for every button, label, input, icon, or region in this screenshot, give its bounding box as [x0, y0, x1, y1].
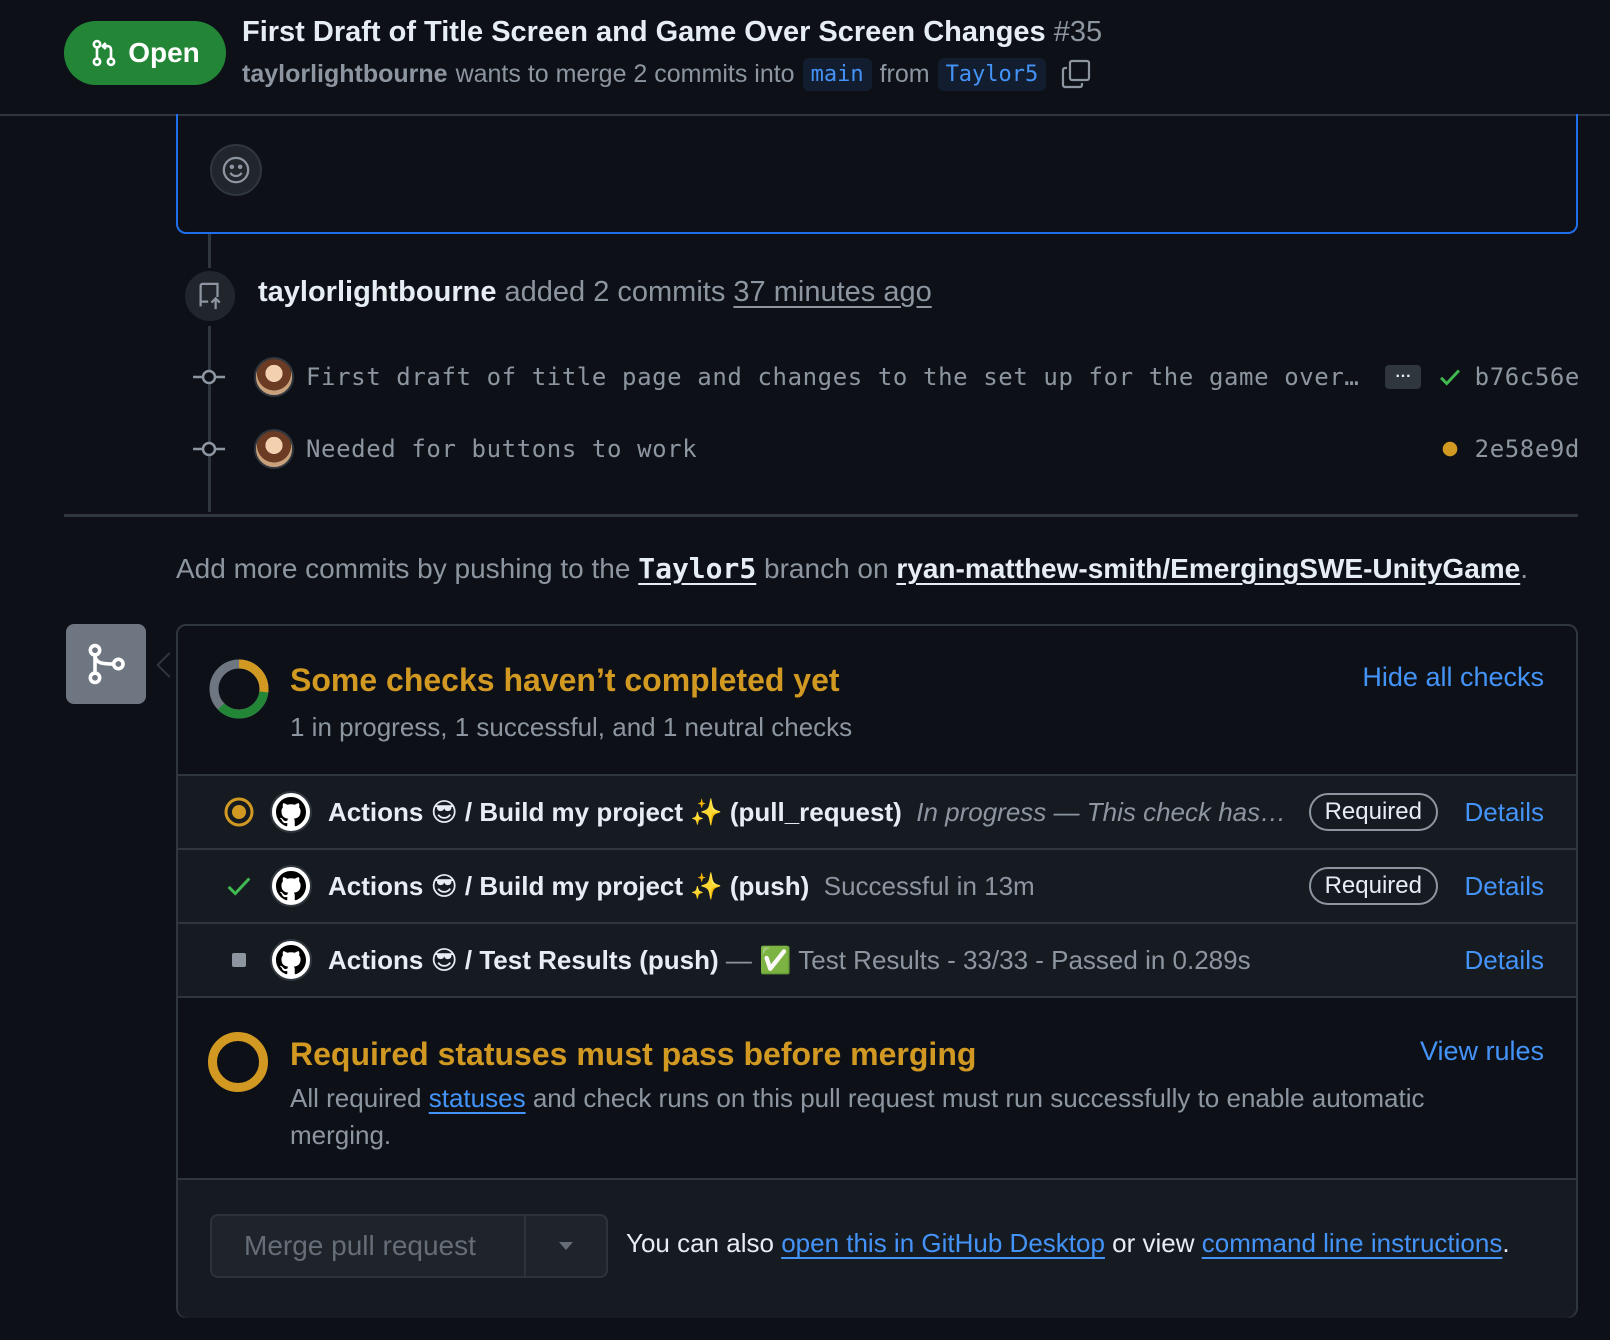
merge-box: Some checks haven’t completed yet 1 in p… — [176, 624, 1578, 1318]
expand-commit-button[interactable]: ··· — [1385, 365, 1422, 389]
required-statuses-body: All required statuses and check runs on … — [290, 1080, 1490, 1154]
required-statuses-title: Required statuses must pass before mergi… — [290, 1036, 977, 1072]
check-icon — [222, 869, 256, 903]
merge-button-group: Merge pull request — [210, 1214, 608, 1278]
git-commit-icon — [190, 439, 228, 459]
github-logo-icon[interactable] — [270, 939, 312, 981]
commit-author-avatar[interactable] — [254, 429, 294, 469]
check-details-link[interactable]: Details — [1465, 945, 1544, 976]
dot-fill-icon[interactable] — [1437, 436, 1463, 462]
merge-alternatives: You can also open this in GitHub Desktop… — [626, 1228, 1510, 1259]
checks-title: Some checks haven’t completed yet — [290, 662, 840, 698]
timeline-line — [208, 326, 211, 512]
push-author-link[interactable]: taylorlightbourne — [258, 276, 496, 308]
smiley-icon — [222, 156, 250, 184]
required-body-prefix: All required — [290, 1083, 422, 1113]
commit-sha-link[interactable]: 2e58e9d — [1475, 435, 1580, 463]
push-event: taylorlightbourne added 2 commits 37 min… — [258, 276, 932, 309]
merge-alt-suffix: . — [1502, 1228, 1510, 1258]
commit-author-avatar[interactable] — [254, 357, 294, 397]
git-commit-icon — [190, 367, 228, 387]
github-logo-icon[interactable] — [270, 865, 312, 907]
merge-method-dropdown[interactable] — [524, 1216, 606, 1276]
check-icon[interactable] — [1437, 364, 1463, 390]
copy-icon[interactable] — [1060, 58, 1092, 90]
check-name: Actions 😎 / Test Results (push) — ✅ Test… — [328, 945, 1251, 976]
push-hint-prefix: Add more commits by pushing to the — [176, 553, 631, 584]
pr-header: Open First Draft of Title Screen and Gam… — [0, 0, 1610, 116]
push-hint-middle: branch on — [764, 553, 889, 584]
checks-summary-text: 1 in progress, 1 successful, and 1 neutr… — [290, 712, 853, 742]
commit-meta: 2e58e9d — [1437, 435, 1580, 463]
pr-title-text: First Draft of Title Screen and Game Ove… — [242, 16, 1046, 48]
check-description: Successful in 13m — [823, 870, 1035, 901]
merge-alt-prefix: You can also — [626, 1228, 774, 1258]
check-details-link[interactable]: Details — [1465, 871, 1544, 902]
check-title: Actions 😎 / Test Results (push) — [328, 944, 719, 975]
from-text: from — [879, 59, 930, 88]
push-action: added 2 commits — [504, 276, 726, 308]
check-name: Actions 😎 / Build my project ✨ (push) Su… — [328, 871, 1035, 902]
check-title: Actions 😎 / Build my project ✨ (push) — [328, 870, 810, 901]
required-badge: Required — [1308, 867, 1438, 905]
merge-alt-middle: or view — [1112, 1228, 1195, 1258]
check-description: — ✅ Test Results - 33/33 - Passed in 0.2… — [725, 944, 1251, 975]
required-badge: Required — [1308, 793, 1438, 831]
view-rules-link[interactable]: View rules — [1420, 1036, 1544, 1067]
commit-row: Needed for buttons to work 2e58e9d — [190, 427, 1580, 471]
check-title: Actions 😎 / Build my project ✨ (pull_req… — [328, 796, 902, 827]
check-description: In progress — This check has… — [916, 796, 1287, 827]
merge-actions: Merge pull request You can also open thi… — [178, 1180, 1576, 1318]
commit-message-link[interactable]: First draft of title page and changes to… — [306, 363, 1359, 391]
statuses-link[interactable]: statuses — [429, 1083, 526, 1113]
timeline-divider — [64, 514, 1578, 517]
hide-all-checks-link[interactable]: Hide all checks — [1362, 662, 1544, 693]
merge-text: wants to merge 2 commits into — [455, 59, 795, 88]
merge-pull-request-button[interactable]: Merge pull request — [212, 1216, 524, 1276]
github-logo-icon[interactable] — [270, 791, 312, 833]
command-line-instructions-link[interactable]: command line instructions — [1202, 1228, 1503, 1258]
pr-author-link[interactable]: taylorlightbourne — [242, 60, 448, 89]
add-reaction-button[interactable] — [210, 144, 262, 196]
checks-summary: Some checks haven’t completed yet 1 in p… — [178, 626, 1576, 776]
required-statuses-section: Required statuses must pass before mergi… — [178, 998, 1576, 1180]
push-hint-repo-link[interactable]: ryan-matthew-smith/EmergingSWE-UnityGame — [896, 553, 1520, 584]
pr-state-label: Open — [128, 37, 200, 68]
pr-number: #35 — [1053, 16, 1103, 48]
pr-state-badge: Open — [64, 21, 226, 85]
git-pull-request-icon — [92, 39, 116, 67]
square-fill-icon — [222, 943, 256, 977]
pending-ring-icon — [208, 1032, 268, 1092]
open-github-desktop-link[interactable]: open this in GitHub Desktop — [781, 1228, 1105, 1258]
check-row: Actions 😎 / Test Results (push) — ✅ Test… — [178, 924, 1576, 998]
check-row: Actions 😎 / Build my project ✨ (pull_req… — [178, 776, 1576, 850]
commit-sha-link[interactable]: b76c56e — [1475, 363, 1580, 391]
checks-progress-ring-icon — [209, 659, 269, 719]
push-hint-suffix: . — [1520, 553, 1529, 584]
head-branch[interactable]: Taylor5 — [937, 57, 1047, 91]
check-row: Actions 😎 / Build my project ✨ (push) Su… — [178, 850, 1576, 924]
pr-subtitle: taylorlightbourne wants to merge 2 commi… — [242, 56, 1092, 92]
check-name: Actions 😎 / Build my project ✨ (pull_req… — [328, 797, 1286, 828]
comment-editor-box — [176, 114, 1578, 234]
push-hint: Add more commits by pushing to the Taylo… — [176, 552, 1528, 585]
commit-meta: b76c56e — [1437, 363, 1580, 391]
base-branch[interactable]: main — [802, 57, 872, 91]
timeline-line — [208, 234, 211, 270]
commit-row: First draft of title page and changes to… — [190, 355, 1580, 399]
repo-push-icon — [182, 268, 238, 324]
in-progress-icon — [222, 795, 256, 829]
check-details-link[interactable]: Details — [1465, 797, 1544, 828]
commit-message-link[interactable]: Needed for buttons to work — [306, 435, 697, 463]
triangle-down-icon — [559, 1242, 573, 1250]
push-time-link[interactable]: 37 minutes ago — [733, 276, 931, 308]
push-hint-branch[interactable]: Taylor5 — [638, 552, 756, 585]
git-merge-icon — [66, 624, 146, 704]
pr-title: First Draft of Title Screen and Game Ove… — [242, 16, 1102, 49]
